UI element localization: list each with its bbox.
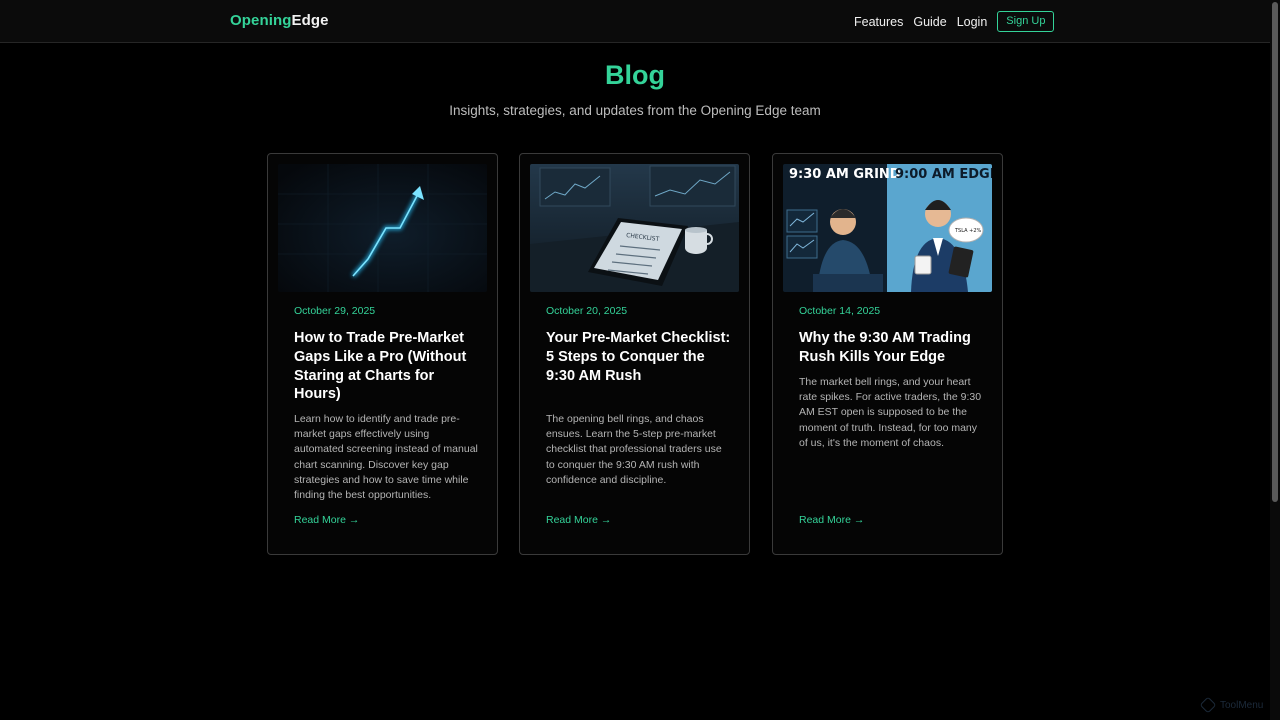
post-image-checklist[interactable]: CHECKLIST [530, 164, 739, 292]
post-image-trader-comparison[interactable]: 9:30 AM GRIND 9:00 AM EDGE TSLA +2% [783, 164, 992, 292]
read-more-link[interactable]: Read More → [294, 514, 359, 526]
post-title[interactable]: Your Pre-Market Checklist: 5 Steps to Co… [546, 329, 731, 385]
signup-button[interactable]: Sign Up [997, 11, 1055, 32]
nav-guide-link[interactable]: Guide [913, 15, 946, 29]
top-navbar: OpeningEdge Features Guide Login Sign Up [0, 0, 1270, 43]
image-bubble-text: TSLA +2% [954, 228, 982, 234]
watermark: ToolMenu [1199, 696, 1264, 714]
post-excerpt: Learn how to identify and trade pre-mark… [294, 413, 478, 502]
page-scrollbar[interactable] [1270, 0, 1280, 720]
nav-features-link[interactable]: Features [854, 15, 903, 29]
page-title: Blog [605, 60, 665, 90]
post-title[interactable]: Why the 9:30 AM Trading Rush Kills Your … [799, 329, 984, 367]
image-text-grind: 9:30 AM GRIND [789, 167, 901, 182]
nav-login-link[interactable]: Login [957, 15, 988, 29]
logo[interactable]: OpeningEdge [230, 12, 329, 29]
post-excerpt: The market bell rings, and your heart ra… [799, 376, 982, 449]
blog-card[interactable]: CHECKLIST October 20, 2025 Your Pre-Mark… [519, 153, 750, 555]
image-text-edge: 9:00 AM EDGE [895, 167, 992, 182]
read-more-link[interactable]: Read More → [546, 514, 611, 526]
blog-card[interactable]: 9:30 AM GRIND 9:00 AM EDGE TSLA +2% Octo… [772, 153, 1003, 555]
post-excerpt: The opening bell rings, and chaos ensues… [546, 413, 722, 486]
post-date: October 29, 2025 [294, 305, 376, 317]
post-image-growth-chart[interactable] [278, 164, 487, 292]
page-subtitle: Insights, strategies, and updates from t… [449, 103, 821, 118]
post-date: October 14, 2025 [799, 305, 881, 317]
post-date: October 20, 2025 [546, 305, 628, 317]
blog-card[interactable]: October 29, 2025 How to Trade Pre-Market… [267, 153, 498, 555]
post-title[interactable]: How to Trade Pre-Market Gaps Like a Pro … [294, 329, 479, 404]
read-more-link[interactable]: Read More → [799, 514, 864, 526]
watermark-text: ToolMenu [1220, 699, 1264, 711]
scroll-thumb[interactable] [1272, 2, 1278, 502]
nav-links: Features Guide Login Sign Up [854, 11, 1055, 32]
watermark-icon [1199, 696, 1217, 714]
